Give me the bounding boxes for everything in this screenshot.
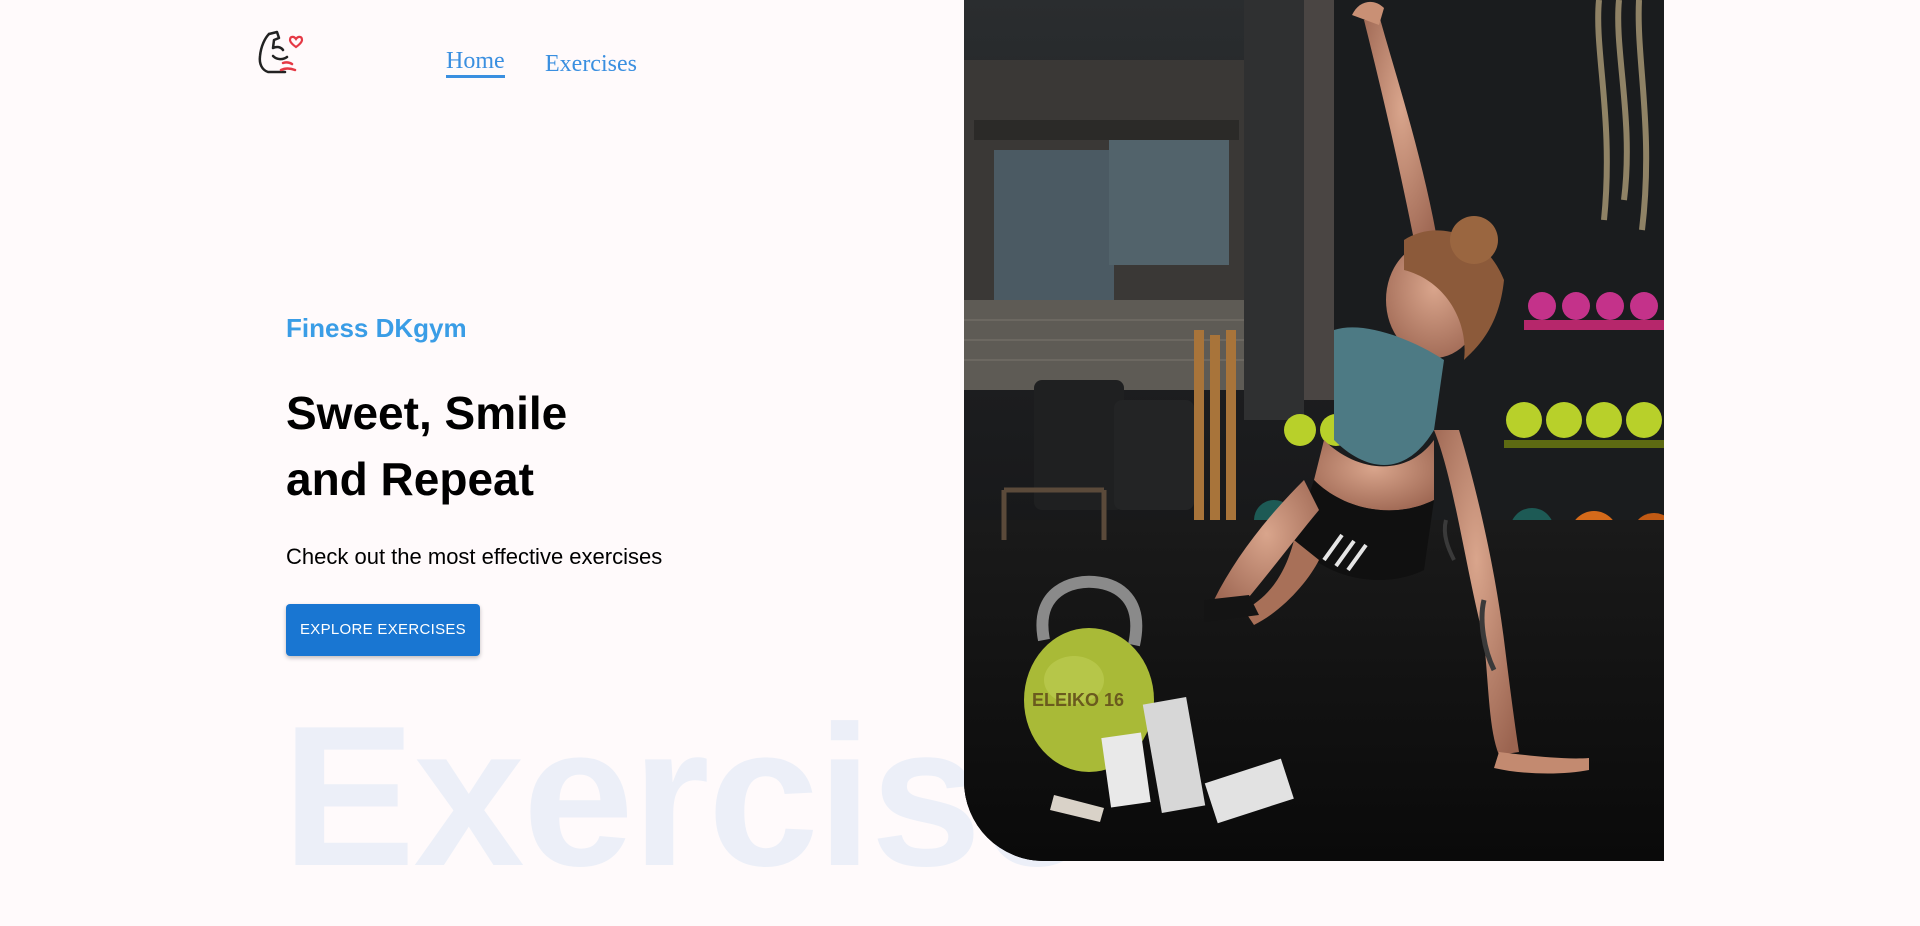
explore-exercises-button[interactable]: EXPLORE EXERCISES: [286, 604, 480, 656]
nav-link-home[interactable]: Home: [446, 47, 505, 78]
page: Home Exercises Exercise ELEIKO 16 Finess…: [0, 0, 1920, 926]
nav-link-exercises[interactable]: Exercises: [545, 50, 637, 78]
hero-image: ELEIKO 16: [964, 0, 1664, 861]
navbar: Home Exercises: [0, 0, 960, 100]
kettlebell-label: ELEIKO 16: [1032, 690, 1124, 710]
hero-section: Finess DKgym Sweet, Smile and Repeat Che…: [286, 310, 662, 656]
hero-headline-line-1: Sweet, Smile: [286, 387, 568, 439]
hero-headline-line-2: and Repeat: [286, 453, 534, 505]
hero-headline: Sweet, Smile and Repeat: [286, 380, 662, 512]
hero-tagline: Finess DKgym: [286, 313, 467, 343]
flexed-arm-heart-icon[interactable]: [255, 26, 305, 76]
hero-subtitle: Check out the most effective exercises: [286, 544, 663, 569]
